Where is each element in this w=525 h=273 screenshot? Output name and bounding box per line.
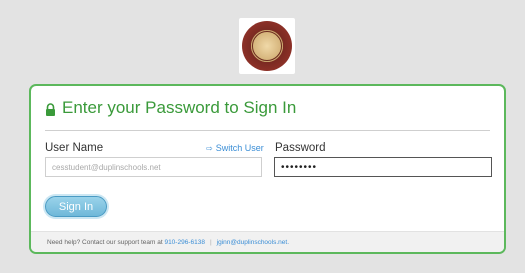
help-text: Need help? Contact our support team at — [47, 238, 163, 246]
switch-user-link[interactable]: ⇨ Switch User — [206, 143, 264, 153]
logo — [239, 18, 295, 74]
footer-separator: | — [209, 238, 212, 246]
username-field: cesstudent@duplinschools.net — [45, 157, 262, 177]
support-email-link[interactable]: jginn@duplinschools.net. — [217, 239, 289, 246]
divider — [45, 130, 490, 131]
card-header: Enter your Password to Sign In — [45, 98, 296, 118]
sign-in-card: Enter your Password to Sign In User Name… — [29, 84, 506, 254]
password-input[interactable]: •••••••• — [274, 157, 492, 177]
seal-center — [252, 31, 282, 61]
switch-user-icon: ⇨ — [206, 143, 213, 153]
sign-in-button[interactable]: Sign In — [45, 196, 107, 217]
username-label: User Name — [45, 142, 104, 154]
school-seal-logo — [242, 21, 292, 71]
support-phone-link[interactable]: 910-296-6138 — [164, 239, 204, 246]
switch-user-label: Switch User — [215, 143, 264, 153]
support-footer: Need help? Contact our support team at 9… — [31, 231, 504, 252]
lock-icon — [46, 102, 55, 116]
password-label: Password — [275, 142, 326, 154]
page-title: Enter your Password to Sign In — [62, 98, 297, 117]
